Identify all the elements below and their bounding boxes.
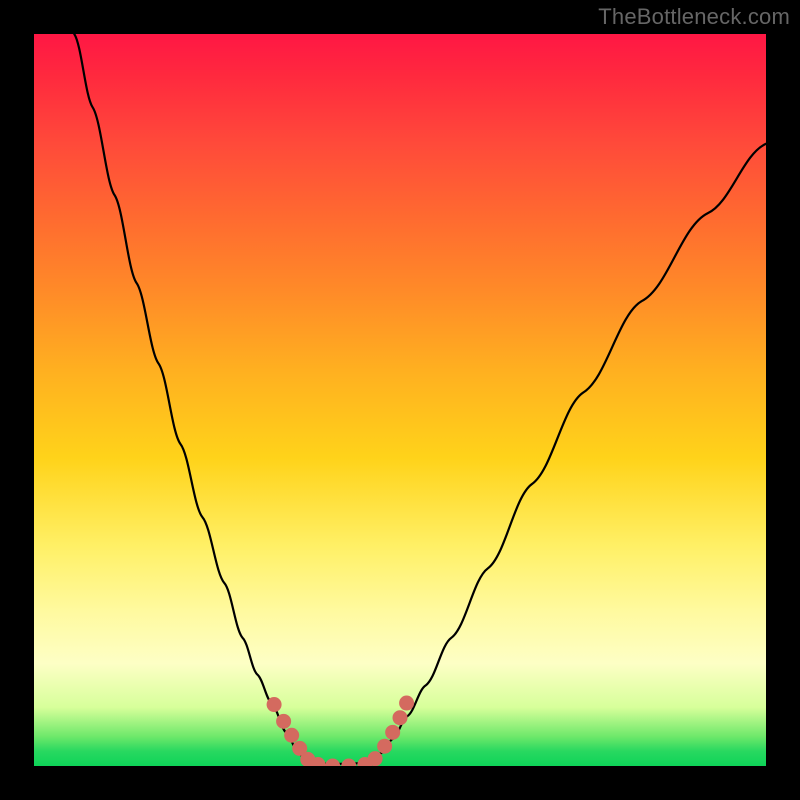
marker-group bbox=[267, 696, 414, 766]
watermark-text: TheBottleneck.com bbox=[598, 4, 790, 30]
data-marker bbox=[341, 759, 356, 767]
plot-svg-layer bbox=[34, 34, 766, 766]
curve-right-branch bbox=[371, 144, 766, 763]
data-marker bbox=[284, 728, 299, 743]
chart-frame: TheBottleneck.com bbox=[0, 0, 800, 800]
data-marker bbox=[368, 751, 383, 766]
data-marker bbox=[325, 759, 340, 767]
data-marker bbox=[385, 725, 400, 740]
data-marker bbox=[399, 696, 414, 711]
data-marker bbox=[393, 710, 408, 725]
data-marker bbox=[267, 697, 282, 712]
data-marker bbox=[377, 739, 392, 754]
curve-left-branch bbox=[74, 34, 308, 762]
data-marker bbox=[276, 714, 291, 729]
